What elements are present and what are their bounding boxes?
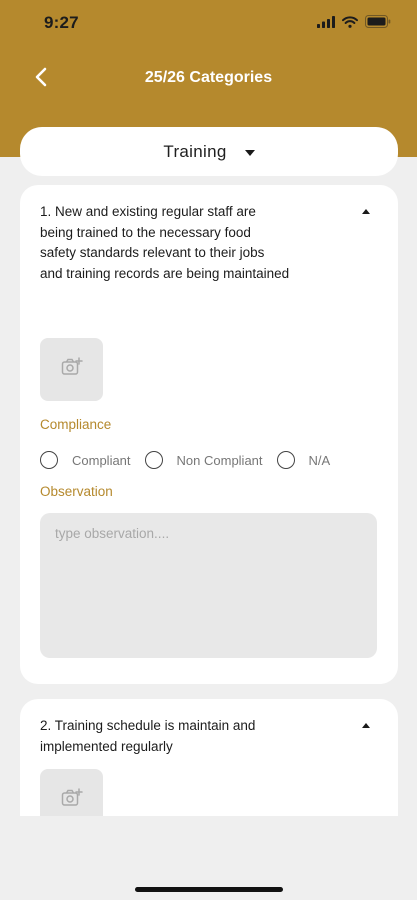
question-list[interactable]: 1. New and existing regular staff are be… <box>0 185 417 816</box>
signal-icon <box>317 15 335 33</box>
question-text: 1. New and existing regular staff are be… <box>40 204 290 281</box>
caret-down-icon <box>244 149 255 156</box>
observation-input[interactable] <box>40 513 377 658</box>
category-selected-label: Training <box>163 141 227 161</box>
add-photo-icon <box>61 357 83 382</box>
status-time: 9:27 <box>44 13 79 32</box>
compliance-radio-group: Compliant Non Compliant N/A <box>40 451 344 469</box>
add-photo-button[interactable] <box>40 769 103 816</box>
radio-label: Non Compliant <box>176 452 263 468</box>
radio-na[interactable]: N/A <box>276 451 331 469</box>
collapse-caret-icon[interactable] <box>362 723 370 728</box>
radio-circle[interactable] <box>40 451 58 469</box>
question-card: 1. New and existing regular staff are be… <box>20 185 398 684</box>
radio-circle[interactable] <box>276 451 295 469</box>
page-title: 25/26 Categories <box>144 69 273 86</box>
wifi-icon <box>342 15 358 33</box>
add-photo-button[interactable] <box>40 338 103 401</box>
status-icons <box>317 15 391 33</box>
category-dropdown[interactable]: Training <box>20 127 398 176</box>
status-bar: 9:27 <box>0 0 417 46</box>
nav-bar: 25/26 Categories <box>0 58 417 100</box>
add-photo-icon <box>61 788 83 813</box>
radio-label: Compliant <box>72 452 131 468</box>
home-indicator[interactable] <box>135 887 283 892</box>
battery-icon <box>365 15 391 33</box>
radio-compliant[interactable]: Compliant <box>40 451 131 469</box>
compliance-label: Compliance <box>40 417 112 432</box>
question-text: 2. Training schedule is maintain and imp… <box>40 718 256 754</box>
radio-non-compliant[interactable]: Non Compliant <box>144 451 263 469</box>
radio-label: N/A <box>308 452 331 468</box>
collapse-caret-icon[interactable] <box>362 209 370 214</box>
observation-label: Observation <box>40 484 113 499</box>
question-card: 2. Training schedule is maintain and imp… <box>20 699 398 816</box>
radio-circle[interactable] <box>144 451 163 469</box>
